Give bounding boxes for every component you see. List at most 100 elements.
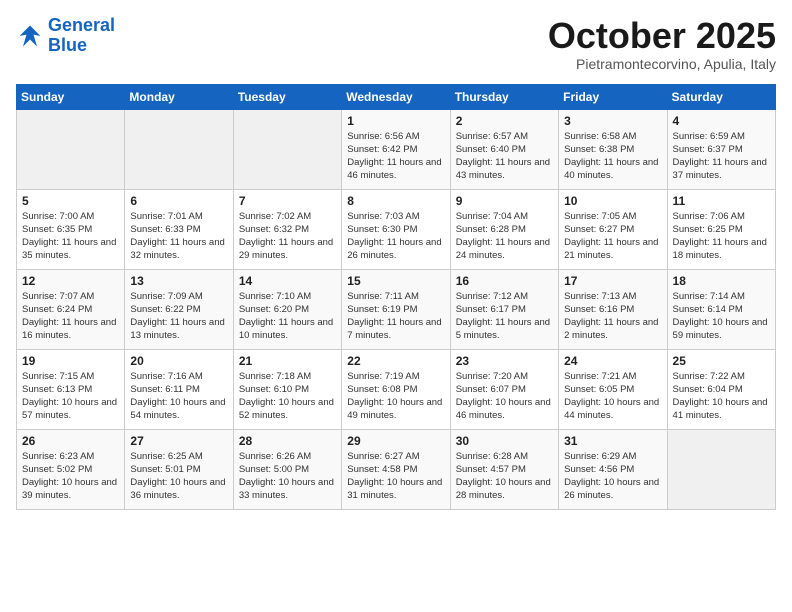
day-number: 4 [673,114,770,128]
table-row: 8 Sunrise: 7:03 AM Sunset: 6:30 PM Daylig… [342,189,450,269]
day-info: Sunrise: 7:04 AM Sunset: 6:28 PM Dayligh… [456,210,553,263]
table-row: 14 Sunrise: 7:10 AM Sunset: 6:20 PM Dayli… [233,269,341,349]
logo-icon [16,22,44,50]
table-row: 16Sunrise: 7:12 AM Sunset: 6:17 PM Dayli… [450,269,558,349]
day-number: 7 [239,194,336,208]
table-row: 21 Sunrise: 7:18 AM Sunset: 6:10 PM Dayli… [233,349,341,429]
calendar-week-5: 26 Sunrise: 6:23 AM Sunset: 5:02 PM Dayli… [17,429,776,509]
table-row: 26 Sunrise: 6:23 AM Sunset: 5:02 PM Dayli… [17,429,125,509]
table-row: 23 Sunrise: 7:20 AM Sunset: 6:07 PM Dayli… [450,349,558,429]
day-info: Sunrise: 7:01 AM Sunset: 6:33 PM Dayligh… [130,210,227,263]
day-info: Sunrise: 7:15 AM Sunset: 6:13 PM Dayligh… [22,370,119,423]
day-info: Sunrise: 7:18 AM Sunset: 6:10 PM Dayligh… [239,370,336,423]
day-number: 25 [673,354,770,368]
day-number: 1 [347,114,444,128]
table-row: 24Sunrise: 7:21 AM Sunset: 6:05 PM Dayli… [559,349,667,429]
title-block: October 2025 Pietramontecorvino, Apulia,… [548,16,776,72]
day-number: 26 [22,434,119,448]
logo: GeneralBlue [16,16,115,56]
logo-text: GeneralBlue [48,16,115,56]
day-info: Sunrise: 7:12 AM Sunset: 6:17 PM Dayligh… [456,290,553,343]
table-row: 17 Sunrise: 7:13 AM Sunset: 6:16 PM Dayli… [559,269,667,349]
table-row [125,109,233,189]
header-monday: Monday [125,84,233,109]
day-info: Sunrise: 7:21 AM Sunset: 6:05 PM Dayligh… [564,370,661,423]
day-number: 10 [564,194,661,208]
calendar-week-2: 5 Sunrise: 7:00 AM Sunset: 6:35 PM Daylig… [17,189,776,269]
day-number: 17 [564,274,661,288]
day-number: 27 [130,434,227,448]
table-row: 10 Sunrise: 7:05 AM Sunset: 6:27 PM Dayli… [559,189,667,269]
day-info: Sunrise: 6:23 AM Sunset: 5:02 PM Dayligh… [22,450,119,503]
day-info: Sunrise: 6:28 AM Sunset: 4:57 PM Dayligh… [456,450,553,503]
day-number: 3 [564,114,661,128]
day-info: Sunrise: 7:13 AM Sunset: 6:16 PM Dayligh… [564,290,661,343]
day-info: Sunrise: 7:10 AM Sunset: 6:20 PM Dayligh… [239,290,336,343]
table-row: 25Sunrise: 7:22 AM Sunset: 6:04 PM Dayli… [667,349,775,429]
day-info: Sunrise: 6:27 AM Sunset: 4:58 PM Dayligh… [347,450,444,503]
header-tuesday: Tuesday [233,84,341,109]
calendar-week-4: 19 Sunrise: 7:15 AM Sunset: 6:13 PM Dayli… [17,349,776,429]
page-header: GeneralBlue October 2025 Pietramontecorv… [16,16,776,72]
day-number: 9 [456,194,553,208]
table-row: 9 Sunrise: 7:04 AM Sunset: 6:28 PM Daylig… [450,189,558,269]
day-info: Sunrise: 7:00 AM Sunset: 6:35 PM Dayligh… [22,210,119,263]
day-number: 21 [239,354,336,368]
day-number: 20 [130,354,227,368]
calendar-table: Sunday Monday Tuesday Wednesday Thursday… [16,84,776,510]
table-row: 15 Sunrise: 7:11 AM Sunset: 6:19 PM Dayli… [342,269,450,349]
table-row: 19 Sunrise: 7:15 AM Sunset: 6:13 PM Dayli… [17,349,125,429]
day-info: Sunrise: 7:11 AM Sunset: 6:19 PM Dayligh… [347,290,444,343]
table-row: 1 Sunrise: 6:56 AM Sunset: 6:42 PM Daylig… [342,109,450,189]
day-number: 23 [456,354,553,368]
day-info: Sunrise: 6:29 AM Sunset: 4:56 PM Dayligh… [564,450,661,503]
day-number: 22 [347,354,444,368]
day-number: 29 [347,434,444,448]
day-info: Sunrise: 6:26 AM Sunset: 5:00 PM Dayligh… [239,450,336,503]
day-info: Sunrise: 7:03 AM Sunset: 6:30 PM Dayligh… [347,210,444,263]
table-row: 11 Sunrise: 7:06 AM Sunset: 6:25 PM Dayli… [667,189,775,269]
day-info: Sunrise: 7:19 AM Sunset: 6:08 PM Dayligh… [347,370,444,423]
day-info: Sunrise: 7:14 AM Sunset: 6:14 PM Dayligh… [673,290,770,343]
day-number: 8 [347,194,444,208]
day-number: 6 [130,194,227,208]
calendar-week-3: 12Sunrise: 7:07 AM Sunset: 6:24 PM Dayli… [17,269,776,349]
day-info: Sunrise: 6:25 AM Sunset: 5:01 PM Dayligh… [130,450,227,503]
day-info: Sunrise: 7:06 AM Sunset: 6:25 PM Dayligh… [673,210,770,263]
location-subtitle: Pietramontecorvino, Apulia, Italy [548,56,776,72]
day-number: 19 [22,354,119,368]
header-sunday: Sunday [17,84,125,109]
day-info: Sunrise: 6:58 AM Sunset: 6:38 PM Dayligh… [564,130,661,183]
table-row: 6 Sunrise: 7:01 AM Sunset: 6:33 PM Daylig… [125,189,233,269]
day-number: 11 [673,194,770,208]
header-wednesday: Wednesday [342,84,450,109]
table-row: 2Sunrise: 6:57 AM Sunset: 6:40 PM Daylig… [450,109,558,189]
day-number: 15 [347,274,444,288]
day-info: Sunrise: 7:09 AM Sunset: 6:22 PM Dayligh… [130,290,227,343]
table-row: 5 Sunrise: 7:00 AM Sunset: 6:35 PM Daylig… [17,189,125,269]
table-row: 20 Sunrise: 7:16 AM Sunset: 6:11 PM Dayli… [125,349,233,429]
table-row: 18 Sunrise: 7:14 AM Sunset: 6:14 PM Dayli… [667,269,775,349]
day-number: 2 [456,114,553,128]
header-friday: Friday [559,84,667,109]
month-title: October 2025 [548,16,776,56]
day-info: Sunrise: 7:16 AM Sunset: 6:11 PM Dayligh… [130,370,227,423]
day-info: Sunrise: 7:05 AM Sunset: 6:27 PM Dayligh… [564,210,661,263]
header-saturday: Saturday [667,84,775,109]
table-row: 27 Sunrise: 6:25 AM Sunset: 5:01 PM Dayli… [125,429,233,509]
header-thursday: Thursday [450,84,558,109]
day-number: 30 [456,434,553,448]
day-info: Sunrise: 6:56 AM Sunset: 6:42 PM Dayligh… [347,130,444,183]
day-number: 14 [239,274,336,288]
day-number: 5 [22,194,119,208]
table-row [17,109,125,189]
day-info: Sunrise: 7:20 AM Sunset: 6:07 PM Dayligh… [456,370,553,423]
day-number: 12 [22,274,119,288]
day-number: 13 [130,274,227,288]
day-number: 18 [673,274,770,288]
table-row [667,429,775,509]
table-row: 7Sunrise: 7:02 AM Sunset: 6:32 PM Daylig… [233,189,341,269]
calendar-header-row: Sunday Monday Tuesday Wednesday Thursday… [17,84,776,109]
table-row [233,109,341,189]
table-row: 29 Sunrise: 6:27 AM Sunset: 4:58 PM Dayli… [342,429,450,509]
